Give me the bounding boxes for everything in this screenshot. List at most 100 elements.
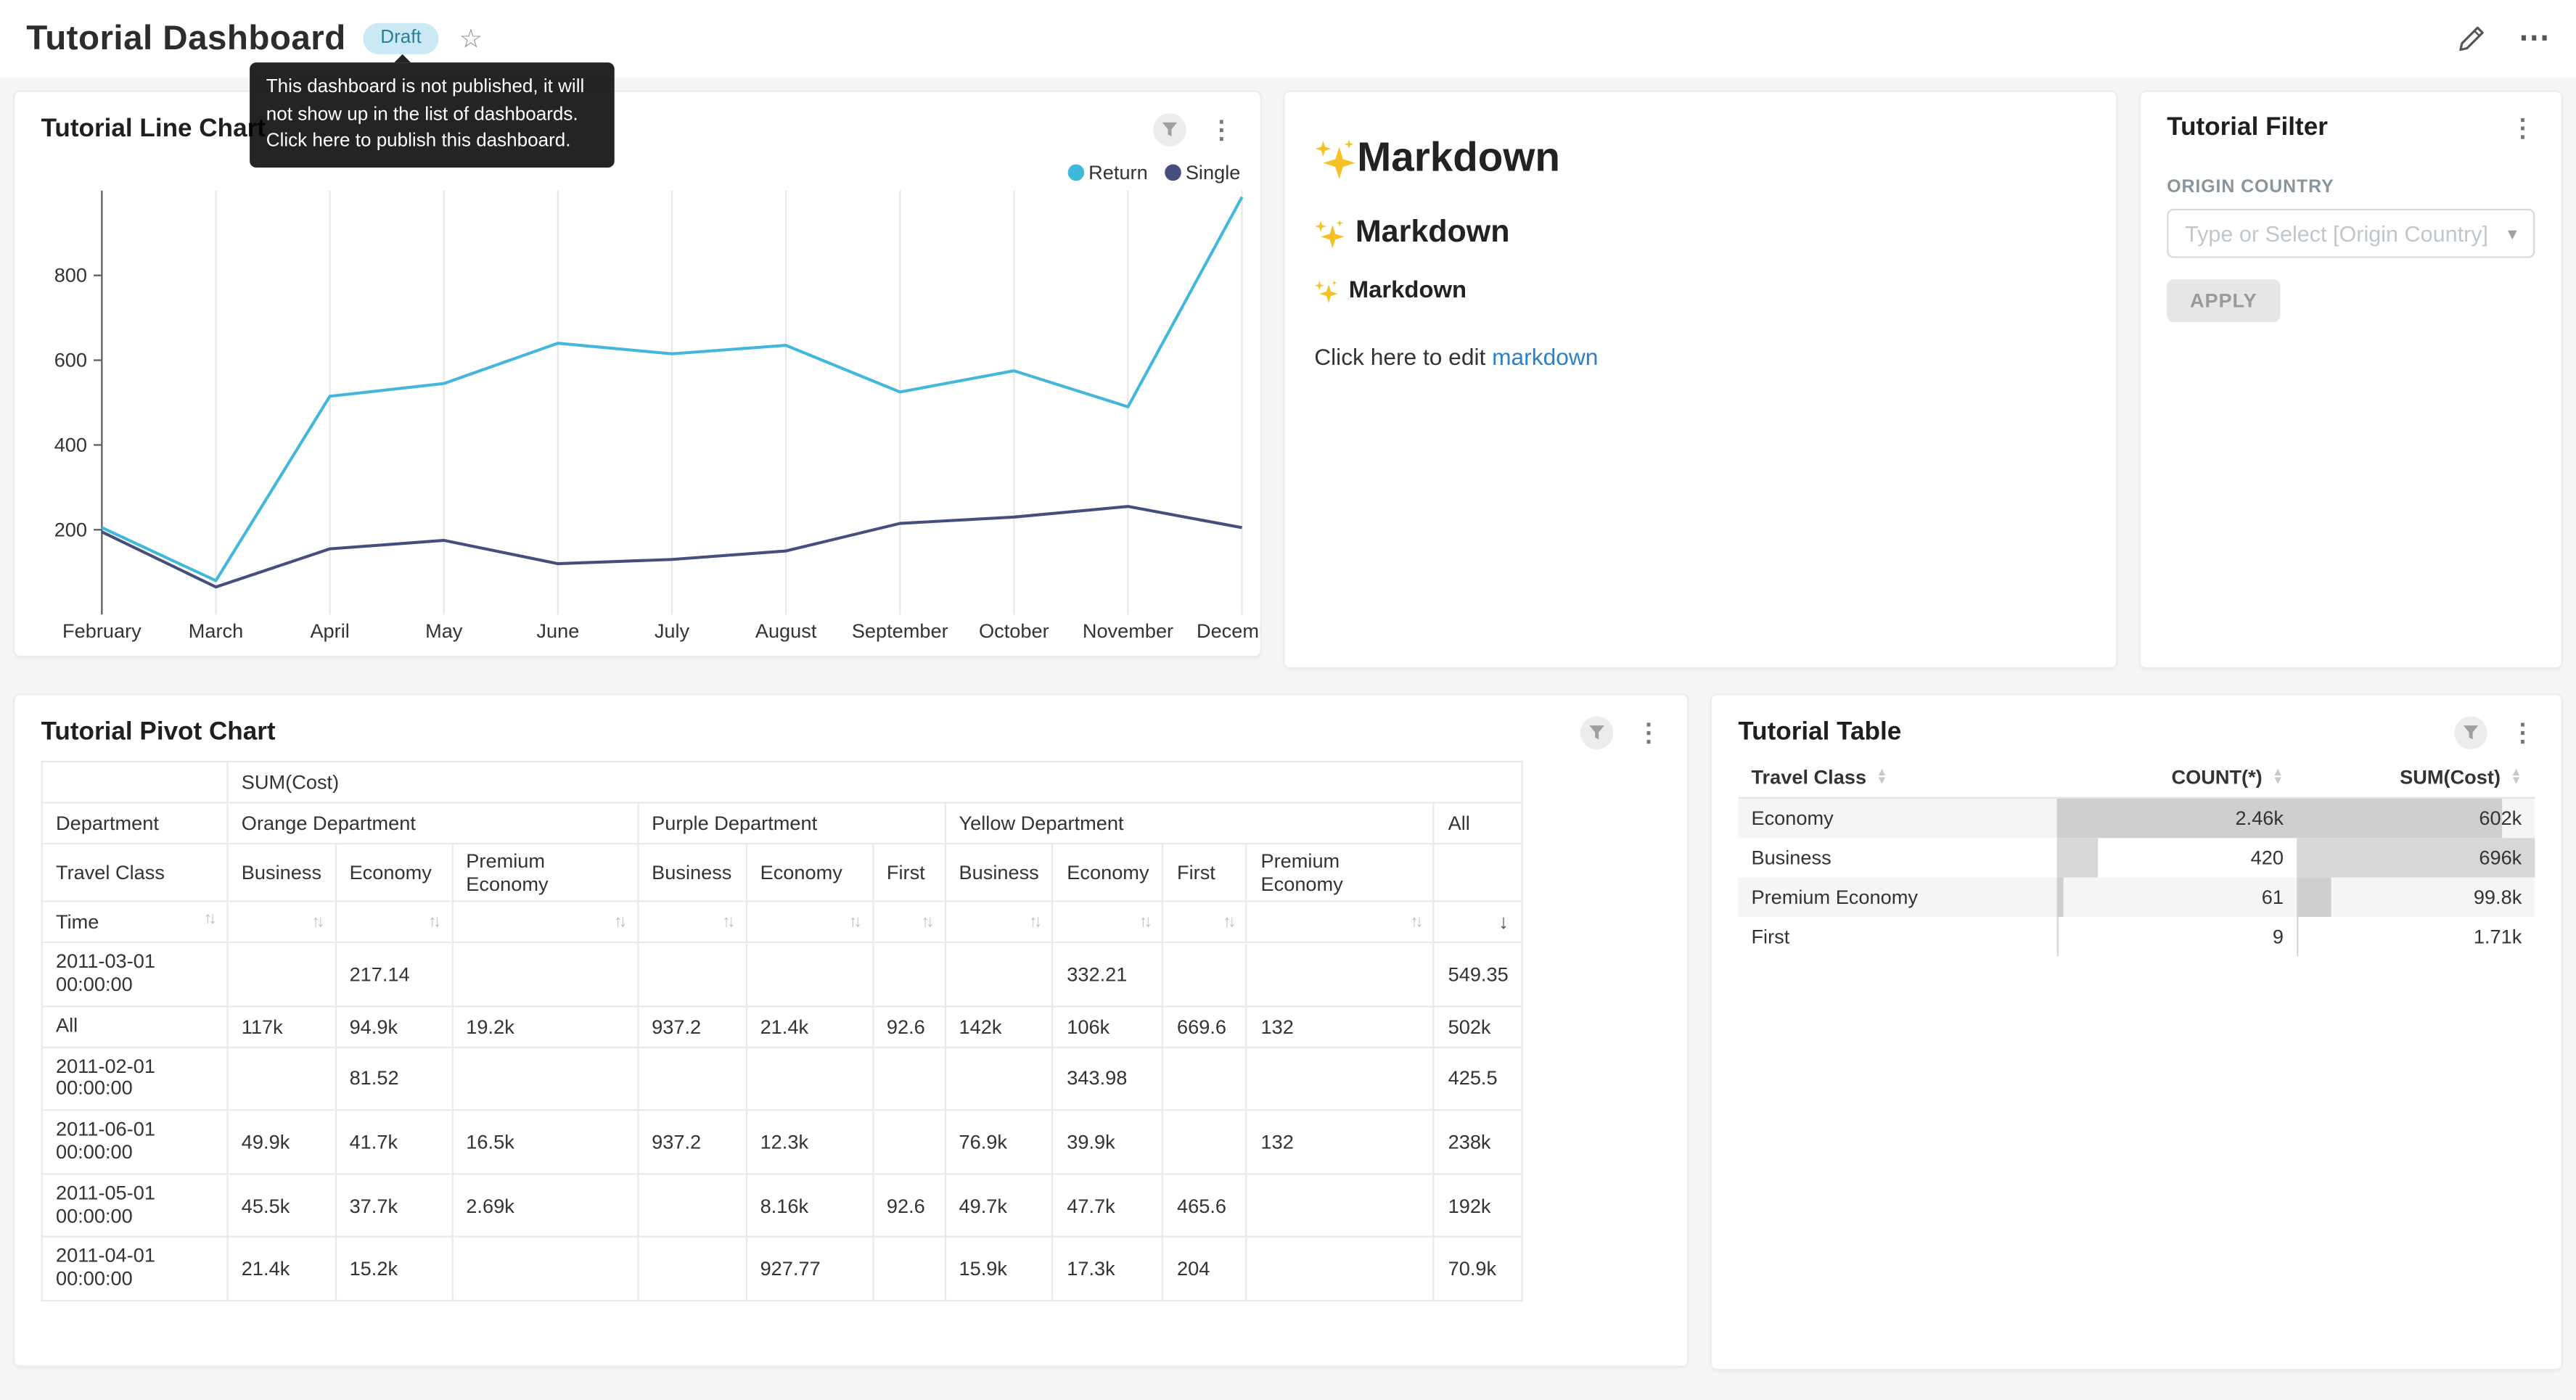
pivot-cell: 204 [1163, 1237, 1247, 1300]
pivot-cell: 132 [1247, 1111, 1434, 1174]
sort-icon[interactable]: ↑↓ [1216, 913, 1233, 931]
favorite-star-icon[interactable]: ☆ [459, 22, 483, 55]
pivot-cell: 332.21 [1053, 942, 1163, 1005]
sort-icon[interactable]: ↑↓ [607, 913, 624, 931]
filter-card: Tutorial Filter ⋮ ORIGIN COUNTRY Type or… [2139, 91, 2563, 669]
pivot-cell: 465.6 [1163, 1174, 1247, 1237]
chart-kebab-icon[interactable]: ⋮ [1633, 720, 1664, 745]
page-title: Tutorial Dashboard [26, 19, 345, 58]
pivot-cell: 15.2k [335, 1237, 452, 1300]
sort-icon[interactable]: ↑↓ [715, 913, 732, 931]
pivot-row-label: 2011-02-0100:00:00 [42, 1047, 228, 1110]
table-row[interactable]: Economy2.46k602k [1738, 798, 2535, 837]
pivot-cell [1163, 942, 1247, 1005]
pivot-blank-cell [1434, 844, 1522, 901]
card-header: Tutorial Line Chart ⋮ [15, 92, 1260, 155]
x-tick-label: September [852, 619, 948, 642]
table-row[interactable]: First91.71k [1738, 916, 2535, 955]
line-chart-plot[interactable]: 200400600800FebruaryMarchAprilMayJuneJul… [15, 157, 1261, 651]
pivot-cell [638, 942, 746, 1005]
column-header-travel-class[interactable]: Travel Class▲▼ [1738, 757, 2056, 797]
pivot-cell [452, 1047, 638, 1110]
column-header-sum-cost[interactable]: SUM(Cost)▲▼ [2297, 757, 2535, 797]
pivot-row-label: All [42, 1006, 228, 1047]
select-placeholder: Type or Select [Origin Country] [2185, 221, 2488, 246]
markdown-body[interactable]: Markdown Markdown Markdown Click here to… [1284, 135, 2116, 370]
pivot-cell: 19.2k [452, 1006, 638, 1047]
column-sorter-icon[interactable]: ▲▼ [1876, 771, 1888, 786]
pivot-row-label: 2011-03-0100:00:00 [42, 942, 228, 1005]
chart-kebab-icon[interactable]: ⋮ [2507, 116, 2538, 141]
markdown-h3: Markdown [1314, 278, 2086, 304]
column-header-count[interactable]: COUNT(*)▲▼ [2057, 757, 2297, 797]
dashboard-page: Tutorial Dashboard Draft ☆ ⋯ This dashbo… [0, 0, 2576, 1400]
column-sorter-icon[interactable]: ▲▼ [2272, 771, 2284, 786]
origin-country-select[interactable]: Type or Select [Origin Country] ▾ [2167, 209, 2535, 258]
pivot-cell: 21.4k [746, 1006, 872, 1047]
markdown-h2: Markdown [1314, 215, 2086, 252]
cell-sum-cost: 1.71k [2297, 916, 2535, 955]
edit-dashboard-icon[interactable] [2458, 25, 2485, 53]
cell-travel-class: Economy [1738, 798, 2056, 837]
filter-indicator-icon[interactable] [1153, 113, 1186, 146]
pivot-department-row: DepartmentOrange DepartmentPurple Depart… [42, 803, 1522, 844]
pivot-cell [1163, 1111, 1247, 1174]
pivot-row: All117k94.9k19.2k937.221.4k92.6142k106k6… [42, 1006, 1522, 1047]
pivot-cell [873, 1111, 946, 1174]
pivot-class-header: First [873, 844, 946, 901]
pivot-cell [638, 1047, 746, 1110]
sort-icon[interactable]: ↑↓ [1403, 913, 1420, 931]
x-tick-label: November [1083, 619, 1173, 642]
sort-icon[interactable]: ↑↓ [842, 913, 859, 931]
sort-desc-icon[interactable]: ↓ [1492, 910, 1509, 934]
cell-sum-cost: 602k [2297, 798, 2535, 837]
cell-travel-class: First [1738, 916, 2056, 955]
pivot-cell: 132 [1247, 1006, 1434, 1047]
markdown-link[interactable]: markdown [1492, 343, 1598, 369]
chart-title: Tutorial Table [1738, 718, 1901, 748]
table-row[interactable]: Premium Economy6199.8k [1738, 877, 2535, 916]
cell-sum-cost: 696k [2297, 837, 2535, 876]
pivot-sort-cell: ↑↓ [1247, 901, 1434, 942]
pivot-cell: 17.3k [1053, 1237, 1163, 1300]
pivot-cell [1163, 1047, 1247, 1110]
sort-icon[interactable]: ↑↓ [197, 910, 214, 928]
sort-icon[interactable]: ↑↓ [422, 913, 438, 931]
pivot-row: 2011-03-0100:00:00217.14332.21549.35 [42, 942, 1522, 1005]
sparkles-icon [1314, 218, 1345, 249]
column-sorter-icon[interactable]: ▲▼ [2511, 771, 2522, 786]
publish-tooltip[interactable]: This dashboard is not published, it will… [250, 62, 615, 168]
apply-button[interactable]: APPLY [2167, 279, 2280, 322]
table-row[interactable]: Business420696k [1738, 837, 2535, 876]
pivot-cell: 2.69k [452, 1174, 638, 1237]
more-options-icon[interactable]: ⋯ [2519, 23, 2550, 54]
chart-kebab-icon[interactable]: ⋮ [1206, 118, 1237, 142]
draft-badge[interactable]: Draft [362, 23, 439, 54]
y-tick-label: 200 [54, 518, 87, 540]
sort-icon[interactable]: ↑↓ [914, 913, 931, 931]
filter-indicator-icon[interactable] [1580, 717, 1613, 749]
sort-icon[interactable]: ↑↓ [1133, 913, 1149, 931]
pivot-cell: 8.16k [746, 1174, 872, 1237]
pivot-class-header: Economy [335, 844, 452, 901]
markdown-card: Markdown Markdown Markdown Click here to… [1283, 91, 2117, 669]
card-header: Tutorial Filter ⋮ [2141, 92, 2561, 152]
filter-indicator-icon[interactable] [2454, 717, 2487, 749]
result-table: Travel Class▲▼COUNT(*)▲▼SUM(Cost)▲▼Econo… [1738, 757, 2535, 955]
sparkles-icon [1314, 137, 1357, 180]
pivot-cell: 549.35 [1434, 942, 1522, 1005]
cell-travel-class: Business [1738, 837, 2056, 876]
cell-travel-class: Premium Economy [1738, 877, 2056, 916]
sort-icon[interactable]: ↑↓ [305, 913, 321, 931]
markdown-h1: Markdown [1314, 135, 2086, 183]
markdown-paragraph-text: Click here to edit [1314, 343, 1492, 369]
pivot-cell [638, 1174, 746, 1237]
pivot-department-header: Purple Department [638, 803, 945, 844]
sort-icon[interactable]: ↑↓ [1022, 913, 1039, 931]
chart-kebab-icon[interactable]: ⋮ [2507, 720, 2538, 745]
pivot-cell: 192k [1434, 1174, 1522, 1237]
pivot-cell: 37.7k [335, 1174, 452, 1237]
pivot-all-header: All [1434, 803, 1522, 844]
pivot-class-header: Premium Economy [452, 844, 638, 901]
pivot-cell: 502k [1434, 1006, 1522, 1047]
